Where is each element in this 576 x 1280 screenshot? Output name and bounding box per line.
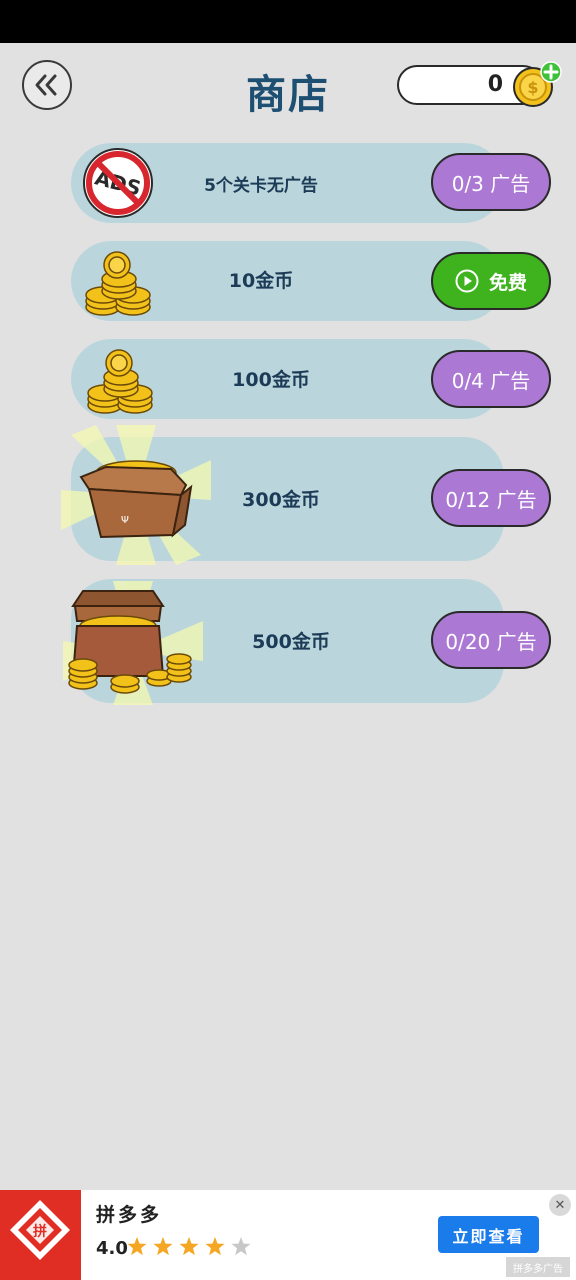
no-ads-icon: ADS <box>83 148 153 218</box>
star-rating-icon <box>127 1237 251 1256</box>
free-button-label: 免费 <box>488 271 527 294</box>
ad-tag: 拼多多广告 <box>506 1257 570 1277</box>
star-filled-icon <box>153 1237 173 1256</box>
svg-text:Ψ: Ψ <box>121 515 129 526</box>
star-filled-icon <box>127 1237 147 1256</box>
close-ad-icon[interactable]: ✕ <box>549 1194 571 1216</box>
ad-banner[interactable]: 拼 拼多多 4.0 立即查看 <box>0 1190 576 1280</box>
shop-item-no-ads: ADS 5个关卡无广告 0/3 广告 <box>71 143 551 223</box>
shop-item-10-coins: 10金币 免费 <box>71 241 551 321</box>
item-label: 500金币 <box>252 631 330 653</box>
coin-count: 0 <box>487 72 503 97</box>
pinduoduo-logo-icon: 拼 <box>0 1190 81 1280</box>
add-coins-plus-icon[interactable] <box>540 61 562 83</box>
item-label: 100金币 <box>232 369 310 391</box>
status-bar <box>0 0 576 43</box>
item-label: 5个关卡无广告 <box>204 176 318 196</box>
star-filled-icon <box>205 1237 225 1256</box>
item-label: 10金币 <box>228 270 294 292</box>
coin-stack-icon <box>87 349 153 414</box>
watch-ad-button[interactable]: 0/12 广告 <box>431 469 551 527</box>
treasure-chest-icon <box>63 581 203 705</box>
watch-ad-button[interactable]: 0/3 广告 <box>431 153 551 211</box>
shop-item-500-coins: 500金币 0/20 广告 <box>63 579 551 705</box>
item-label: 300金币 <box>242 489 320 511</box>
svg-text:$: $ <box>527 78 538 97</box>
watch-ad-button[interactable]: 0/4 广告 <box>431 350 551 408</box>
svg-text:拼: 拼 <box>33 1223 47 1240</box>
watch-ad-button[interactable]: 0/20 广告 <box>431 611 551 669</box>
shop-item-100-coins: 100金币 0/4 广告 <box>71 339 551 419</box>
star-filled-icon <box>179 1237 199 1256</box>
free-claim-button[interactable]: 免费 <box>431 252 551 310</box>
view-now-button[interactable]: 立即查看 <box>438 1216 539 1253</box>
coin-box-icon: Ψ <box>61 425 211 565</box>
star-empty-icon <box>231 1237 251 1256</box>
shop-item-300-coins: Ψ 300金币 0/12 广告 <box>61 425 551 565</box>
ad-rating: 4.0 <box>96 1238 128 1259</box>
ad-app-name: 拼多多 <box>96 1204 163 1226</box>
coin-stack-icon <box>85 251 151 316</box>
play-icon <box>455 269 479 293</box>
